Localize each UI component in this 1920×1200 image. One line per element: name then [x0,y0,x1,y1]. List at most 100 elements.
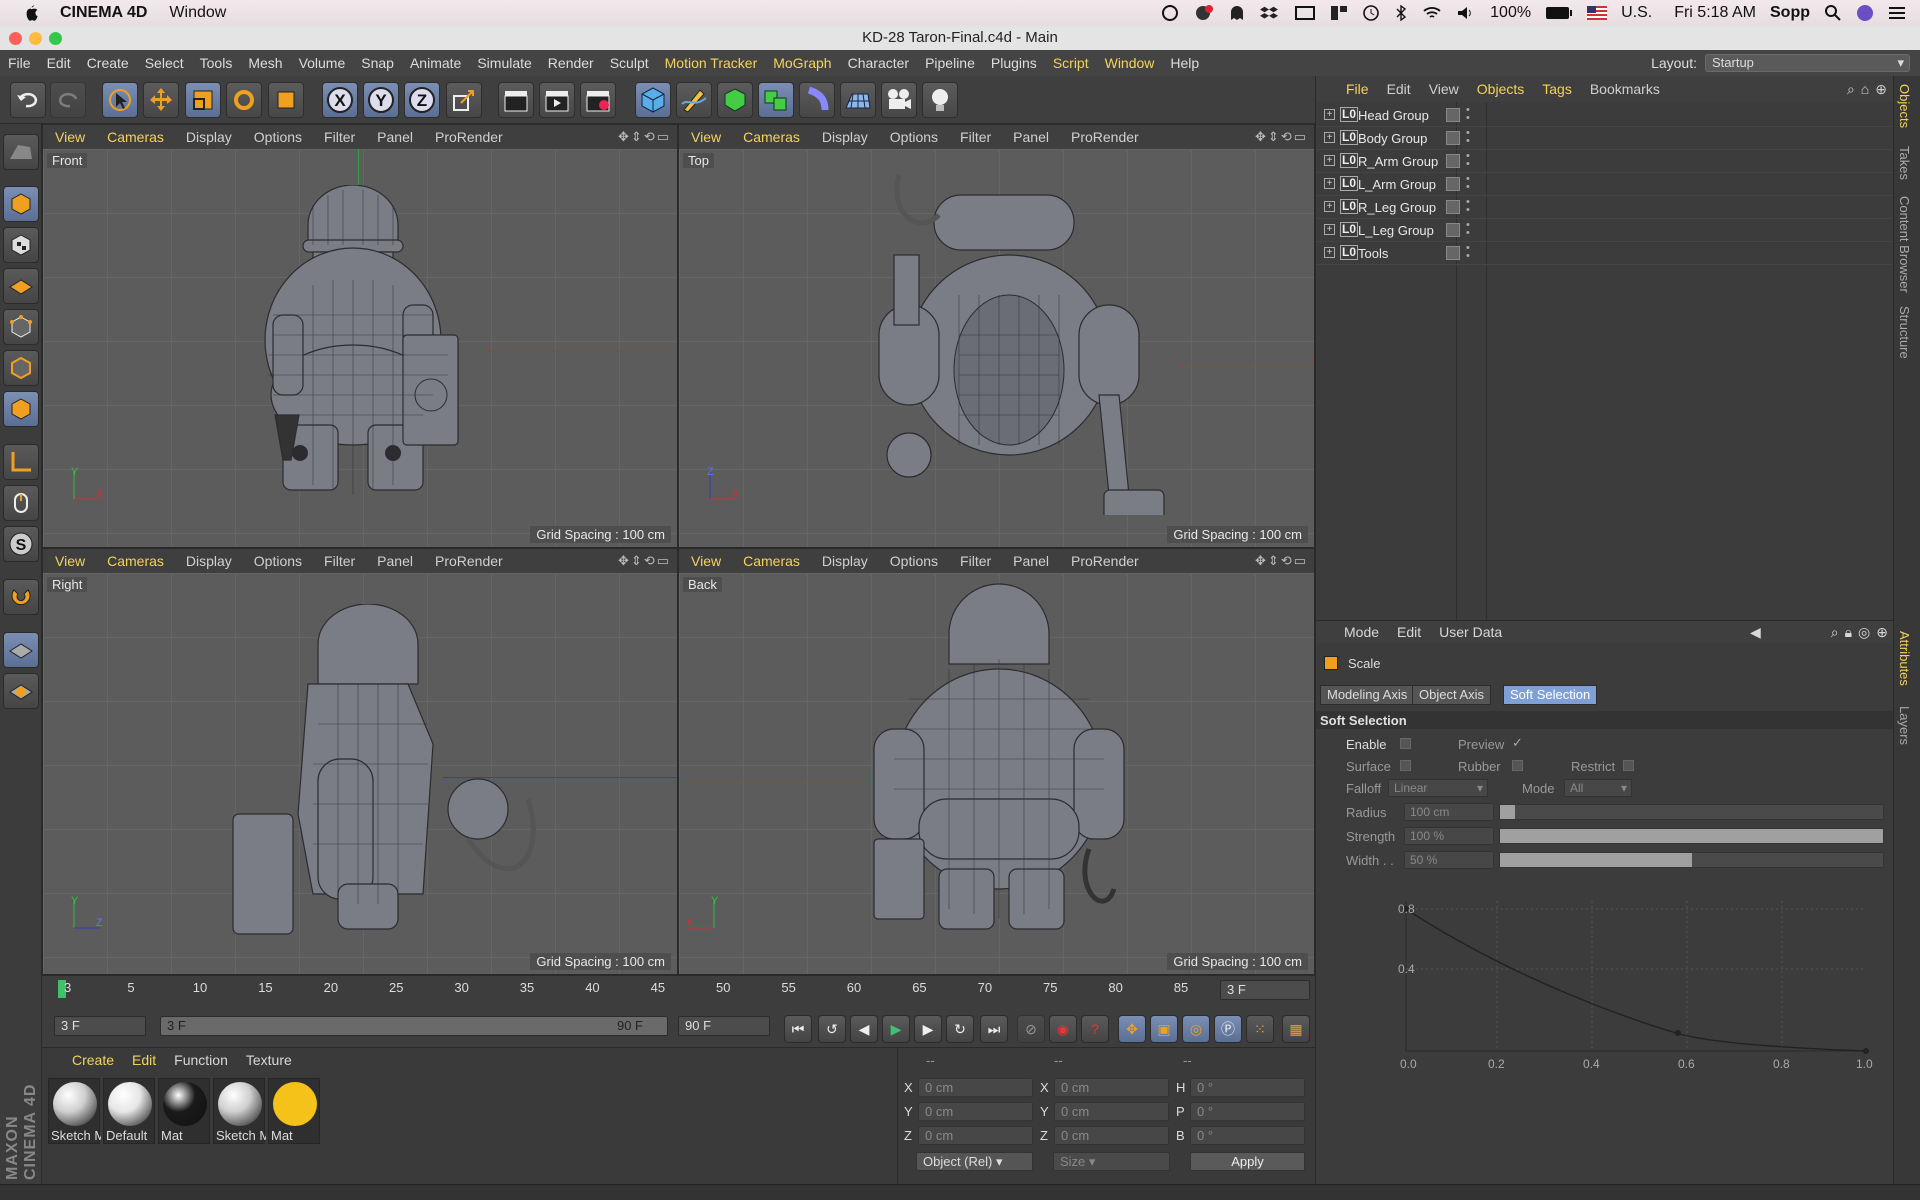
texture-mode-button[interactable] [3,227,39,263]
falloff-curve-editor[interactable]: 0.0 0.2 0.4 0.6 0.8 1.0 0.8 0.4 [1336,871,1886,1071]
viewport-right[interactable]: View Cameras Display Options Filter Pane… [42,548,678,975]
render-settings-button[interactable] [580,82,616,118]
tab-soft-selection[interactable]: Soft Selection [1503,685,1598,705]
tab-modeling-axis[interactable]: Modeling Axis [1320,685,1415,705]
obj-search-icon[interactable]: ⌕ [1847,81,1855,98]
vp-menu-cameras[interactable]: Cameras [107,129,164,145]
visibility-dots-icon[interactable]: • • [1466,243,1470,262]
expand-toggle-icon[interactable]: + [1324,155,1335,166]
next-key-button[interactable]: ↻ [946,1015,974,1043]
menu-window[interactable]: Window [1097,55,1163,71]
preview-checkmark-icon[interactable]: ✓ [1512,735,1523,751]
vp-menu-options[interactable]: Options [254,129,302,145]
material-swatch[interactable]: Sketch M [213,1078,266,1144]
strength-field[interactable]: 100 % [1404,827,1494,845]
pen-spline-button[interactable] [676,82,712,118]
menu-mesh[interactable]: Mesh [240,55,290,71]
expand-toggle-icon[interactable]: + [1324,109,1335,120]
position-z-field[interactable]: 0 cm [918,1126,1033,1145]
vp-menu-view[interactable]: View [691,553,721,569]
vp-menu-filter[interactable]: Filter [960,129,991,145]
vp-menu-panel[interactable]: Panel [1013,553,1049,569]
mat-menu-create[interactable]: Create [72,1052,114,1068]
record-scale-button[interactable]: ▣ [1150,1015,1178,1043]
record-rotation-button[interactable]: ◎ [1182,1015,1210,1043]
menu-file[interactable]: File [0,55,39,71]
vp-menu-panel[interactable]: Panel [377,129,413,145]
side-tab-content-browser[interactable]: Content Browser [1897,196,1912,293]
siri-icon[interactable] [1856,4,1874,22]
vp-menu-filter[interactable]: Filter [324,129,355,145]
rotate-tool-button[interactable] [226,82,262,118]
autokey-button[interactable]: ◉ [1049,1015,1077,1043]
tab-object-axis[interactable]: Object Axis [1412,685,1492,705]
vp-menu-options[interactable]: Options [890,553,938,569]
screen-icon[interactable] [1294,5,1316,21]
make-editable-button[interactable] [3,134,39,170]
viewport-nav-icons[interactable]: ✥⇕⟲▭ [1255,553,1308,569]
attr-menu-user-data[interactable]: User Data [1439,624,1502,640]
viewport-nav-icons[interactable]: ✥⇕⟲▭ [618,553,671,569]
workplane-mode-button[interactable] [3,268,39,304]
end-frame-field[interactable]: 90 F [678,1016,770,1036]
vp-menu-cameras[interactable]: Cameras [107,553,164,569]
vp-menu-prorender[interactable]: ProRender [1071,553,1139,569]
object-row[interactable]: + L0 Tools • • [1316,242,1894,265]
menu-select[interactable]: Select [137,55,192,71]
side-tab-layers[interactable]: Layers [1897,706,1912,745]
timeline-ruler[interactable]: 351015202530354045505560657075808590 3 F [42,975,1315,1003]
mat-menu-function[interactable]: Function [174,1052,228,1068]
layer-swatch-icon[interactable] [1446,177,1460,191]
mat-menu-texture[interactable]: Texture [246,1052,292,1068]
material-swatch[interactable]: Default [103,1078,155,1144]
record-key-button[interactable]: ⊘ [1017,1015,1045,1043]
layout-dropdown[interactable]: Startup ▾ [1705,54,1910,72]
move-tool-button[interactable] [143,82,179,118]
record-parameter-button[interactable]: Ⓟ [1214,1015,1242,1043]
recent-tool-button[interactable] [268,82,304,118]
visibility-dots-icon[interactable]: • • [1466,197,1470,216]
expand-toggle-icon[interactable]: + [1324,224,1335,235]
size-x-field[interactable]: 0 cm [1054,1078,1169,1097]
previous-frame-button[interactable]: ◀ [850,1015,878,1043]
menu-simulate[interactable]: Simulate [469,55,539,71]
previous-key-button[interactable]: ↺ [818,1015,846,1043]
attr-menu-mode[interactable]: Mode [1344,624,1379,640]
obj-menu-bookmarks[interactable]: Bookmarks [1590,81,1660,97]
render-view-button[interactable] [498,82,534,118]
vp-menu-cameras[interactable]: Cameras [743,553,800,569]
size-z-field[interactable]: 0 cm [1054,1126,1169,1145]
timeline-window-button[interactable]: ▦ [1282,1015,1310,1043]
vp-menu-display[interactable]: Display [822,129,868,145]
menu-pipeline[interactable]: Pipeline [917,55,983,71]
points-mode-button[interactable] [3,309,39,345]
preview-range-slider[interactable]: 3 F 90 F [160,1016,668,1036]
falloff-dropdown[interactable]: Linear ▾ [1388,779,1488,797]
side-tab-attributes[interactable]: Attributes [1897,631,1912,686]
app-name[interactable]: CINEMA 4D [60,4,147,22]
vp-menu-prorender[interactable]: ProRender [435,553,503,569]
snap-button[interactable] [3,579,39,615]
obj-menu-objects[interactable]: Objects [1477,81,1524,97]
width-slider[interactable] [1499,852,1884,868]
mode-dropdown[interactable]: All ▾ [1564,779,1632,797]
polygons-mode-button[interactable] [3,391,39,427]
go-to-end-button[interactable]: ⏭ [980,1015,1008,1043]
layer-swatch-icon[interactable] [1446,223,1460,237]
expand-toggle-icon[interactable]: + [1324,201,1335,212]
width-field[interactable]: 50 % [1404,851,1494,869]
array-generator-button[interactable] [758,82,794,118]
battery-icon[interactable] [1545,6,1573,20]
radius-field[interactable]: 100 cm [1404,803,1494,821]
cube-object-button[interactable] [635,82,671,118]
render-to-picture-viewer-button[interactable] [539,82,575,118]
vp-menu-filter[interactable]: Filter [960,553,991,569]
close-window-button[interactable] [9,32,22,45]
material-swatch[interactable]: Mat [158,1078,210,1144]
object-row[interactable]: + L0 Head Group • • [1316,104,1894,127]
restrict-checkbox[interactable] [1623,760,1634,771]
object-row[interactable]: + L0 R_Leg Group • • [1316,196,1894,219]
live-selection-button[interactable] [102,82,138,118]
vp-menu-cameras[interactable]: Cameras [743,129,800,145]
vp-menu-filter[interactable]: Filter [324,553,355,569]
